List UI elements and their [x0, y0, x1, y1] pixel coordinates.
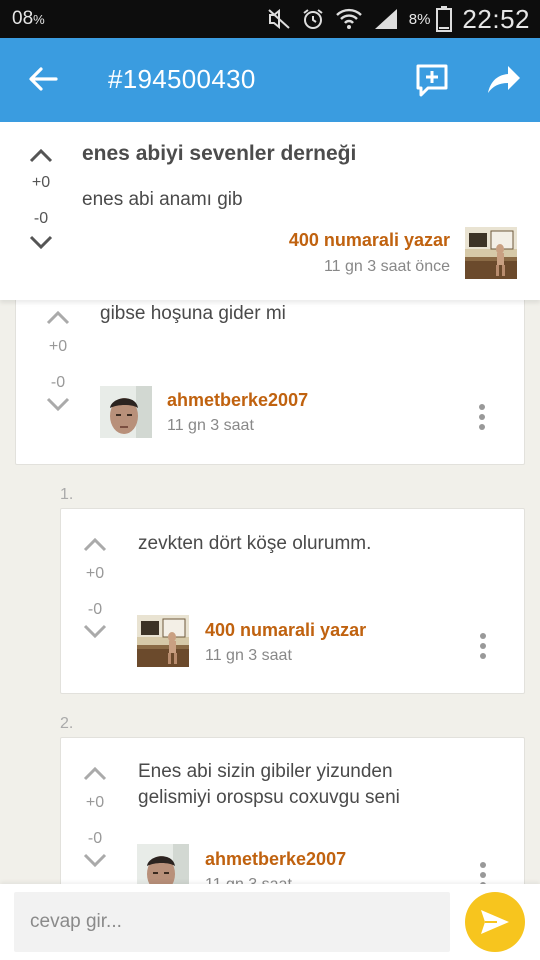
comment-vote: +0 -0 — [75, 535, 115, 641]
send-button[interactable] — [465, 892, 525, 952]
avatar[interactable] — [465, 227, 517, 279]
upvote-count: +0 — [48, 338, 68, 355]
question-body: enes abi anamı gib — [82, 189, 243, 210]
comment-time: 11 gn 3 saat — [167, 417, 254, 434]
question-time: 11 gn 3 saat önce — [323, 258, 450, 275]
reply-number: 2. — [60, 715, 74, 732]
battery-icon — [436, 6, 453, 32]
signal-icon — [374, 9, 397, 29]
comment-vote: +0 -0 — [38, 308, 78, 414]
comment-body: Enes abi sizin gibiler yizunden gelismiy… — [138, 761, 400, 808]
question-author[interactable]: 400 numarali yazar — [289, 230, 450, 251]
reply-input[interactable] — [14, 892, 450, 952]
downvote-count: -0 — [87, 830, 103, 847]
question-title: enes abiyi sevenler derneği — [82, 142, 357, 165]
send-icon — [481, 910, 509, 934]
question-vote: +0 -0 — [21, 146, 61, 252]
question-card: +0 -0 enes abiyi sevenler derneği enes a… — [0, 122, 540, 300]
downvote-chevron-down-icon[interactable] — [28, 234, 54, 252]
reply-bar — [0, 884, 540, 960]
alarm-icon — [303, 9, 323, 29]
downvote-count: -0 — [33, 210, 49, 227]
comment-author[interactable]: ahmetberke2007 — [205, 849, 346, 870]
notification-text: 08% — [12, 8, 45, 29]
avatar-photo — [137, 615, 189, 667]
avatar-photo — [100, 386, 152, 438]
reply-number: 1. — [60, 486, 74, 503]
downvote-chevron-down-icon[interactable] — [82, 852, 108, 870]
entry-id-title: #194500430 — [108, 64, 256, 94]
upvote-count: +0 — [85, 794, 105, 811]
comment-author[interactable]: 400 numarali yazar — [205, 620, 366, 641]
downvote-chevron-down-icon[interactable] — [45, 396, 71, 414]
upvote-count: +0 — [31, 174, 51, 191]
comment-vote: +0 -0 — [75, 764, 115, 870]
add-comment-icon[interactable] — [414, 62, 450, 98]
upvote-chevron-up-icon[interactable] — [45, 308, 71, 326]
downvote-chevron-down-icon[interactable] — [82, 623, 108, 641]
wifi-icon — [335, 8, 362, 29]
status-bar: 08% 8% 22:52 — [0, 0, 540, 38]
mute-icon — [268, 8, 290, 30]
upvote-count: +0 — [85, 565, 105, 582]
status-icons: 8% 22:52 — [267, 4, 530, 34]
comment-card: +0 -0 zevkten dört köşe olurumm. 400 num… — [60, 508, 525, 694]
more-vertical-icon[interactable] — [472, 402, 492, 432]
comment-body: zevkten dört köşe olurumm. — [138, 533, 372, 554]
app-bar: #194500430 — [0, 38, 540, 122]
upvote-chevron-up-icon[interactable] — [82, 535, 108, 553]
share-icon[interactable] — [486, 64, 522, 96]
upvote-chevron-up-icon[interactable] — [82, 764, 108, 782]
clock: 22:52 — [462, 3, 530, 34]
downvote-count: -0 — [50, 374, 66, 391]
upvote-chevron-up-icon[interactable] — [28, 146, 54, 164]
comment-body: gibse hoşuna gider mi — [100, 303, 286, 324]
avatar-photo — [465, 227, 517, 279]
comment-card: +0 -0 gibse hoşuna gider mi ahmetberke20… — [15, 285, 525, 465]
back-arrow-icon[interactable] — [26, 62, 60, 96]
avatar[interactable] — [137, 615, 189, 667]
comment-author[interactable]: ahmetberke2007 — [167, 390, 308, 411]
avatar[interactable] — [100, 386, 152, 438]
downvote-count: -0 — [87, 601, 103, 618]
more-vertical-icon[interactable] — [473, 631, 493, 661]
battery-percent: 8% — [408, 10, 431, 28]
comment-time: 11 gn 3 saat — [205, 647, 292, 664]
